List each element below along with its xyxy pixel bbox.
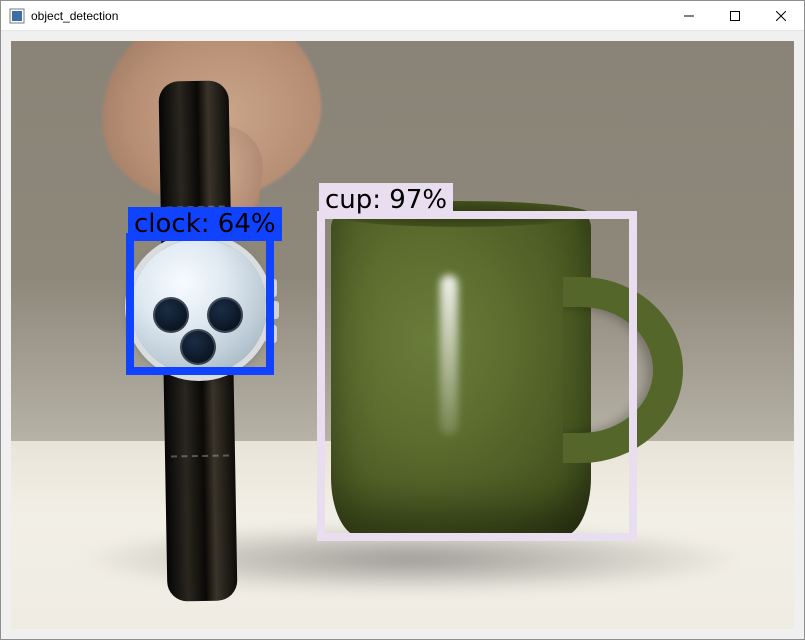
minimize-button[interactable] [666,1,712,31]
title-bar[interactable]: object_detection [1,1,804,31]
close-icon [776,11,786,21]
maximize-button[interactable] [712,1,758,31]
minimize-icon [684,11,694,21]
window-title: object_detection [31,9,118,23]
client-area: clock: 64% cup: 97% [1,31,804,639]
close-button[interactable] [758,1,804,31]
application-window: object_detection [0,0,805,640]
image-canvas: clock: 64% cup: 97% [11,41,794,629]
maximize-icon [730,11,740,21]
detection-label-cup: cup: 97% [319,183,453,217]
detection-box-cup: cup: 97% [317,211,637,541]
app-icon [9,8,25,24]
detection-label-clock: clock: 64% [128,207,282,241]
detection-box-clock: clock: 64% [126,233,274,375]
